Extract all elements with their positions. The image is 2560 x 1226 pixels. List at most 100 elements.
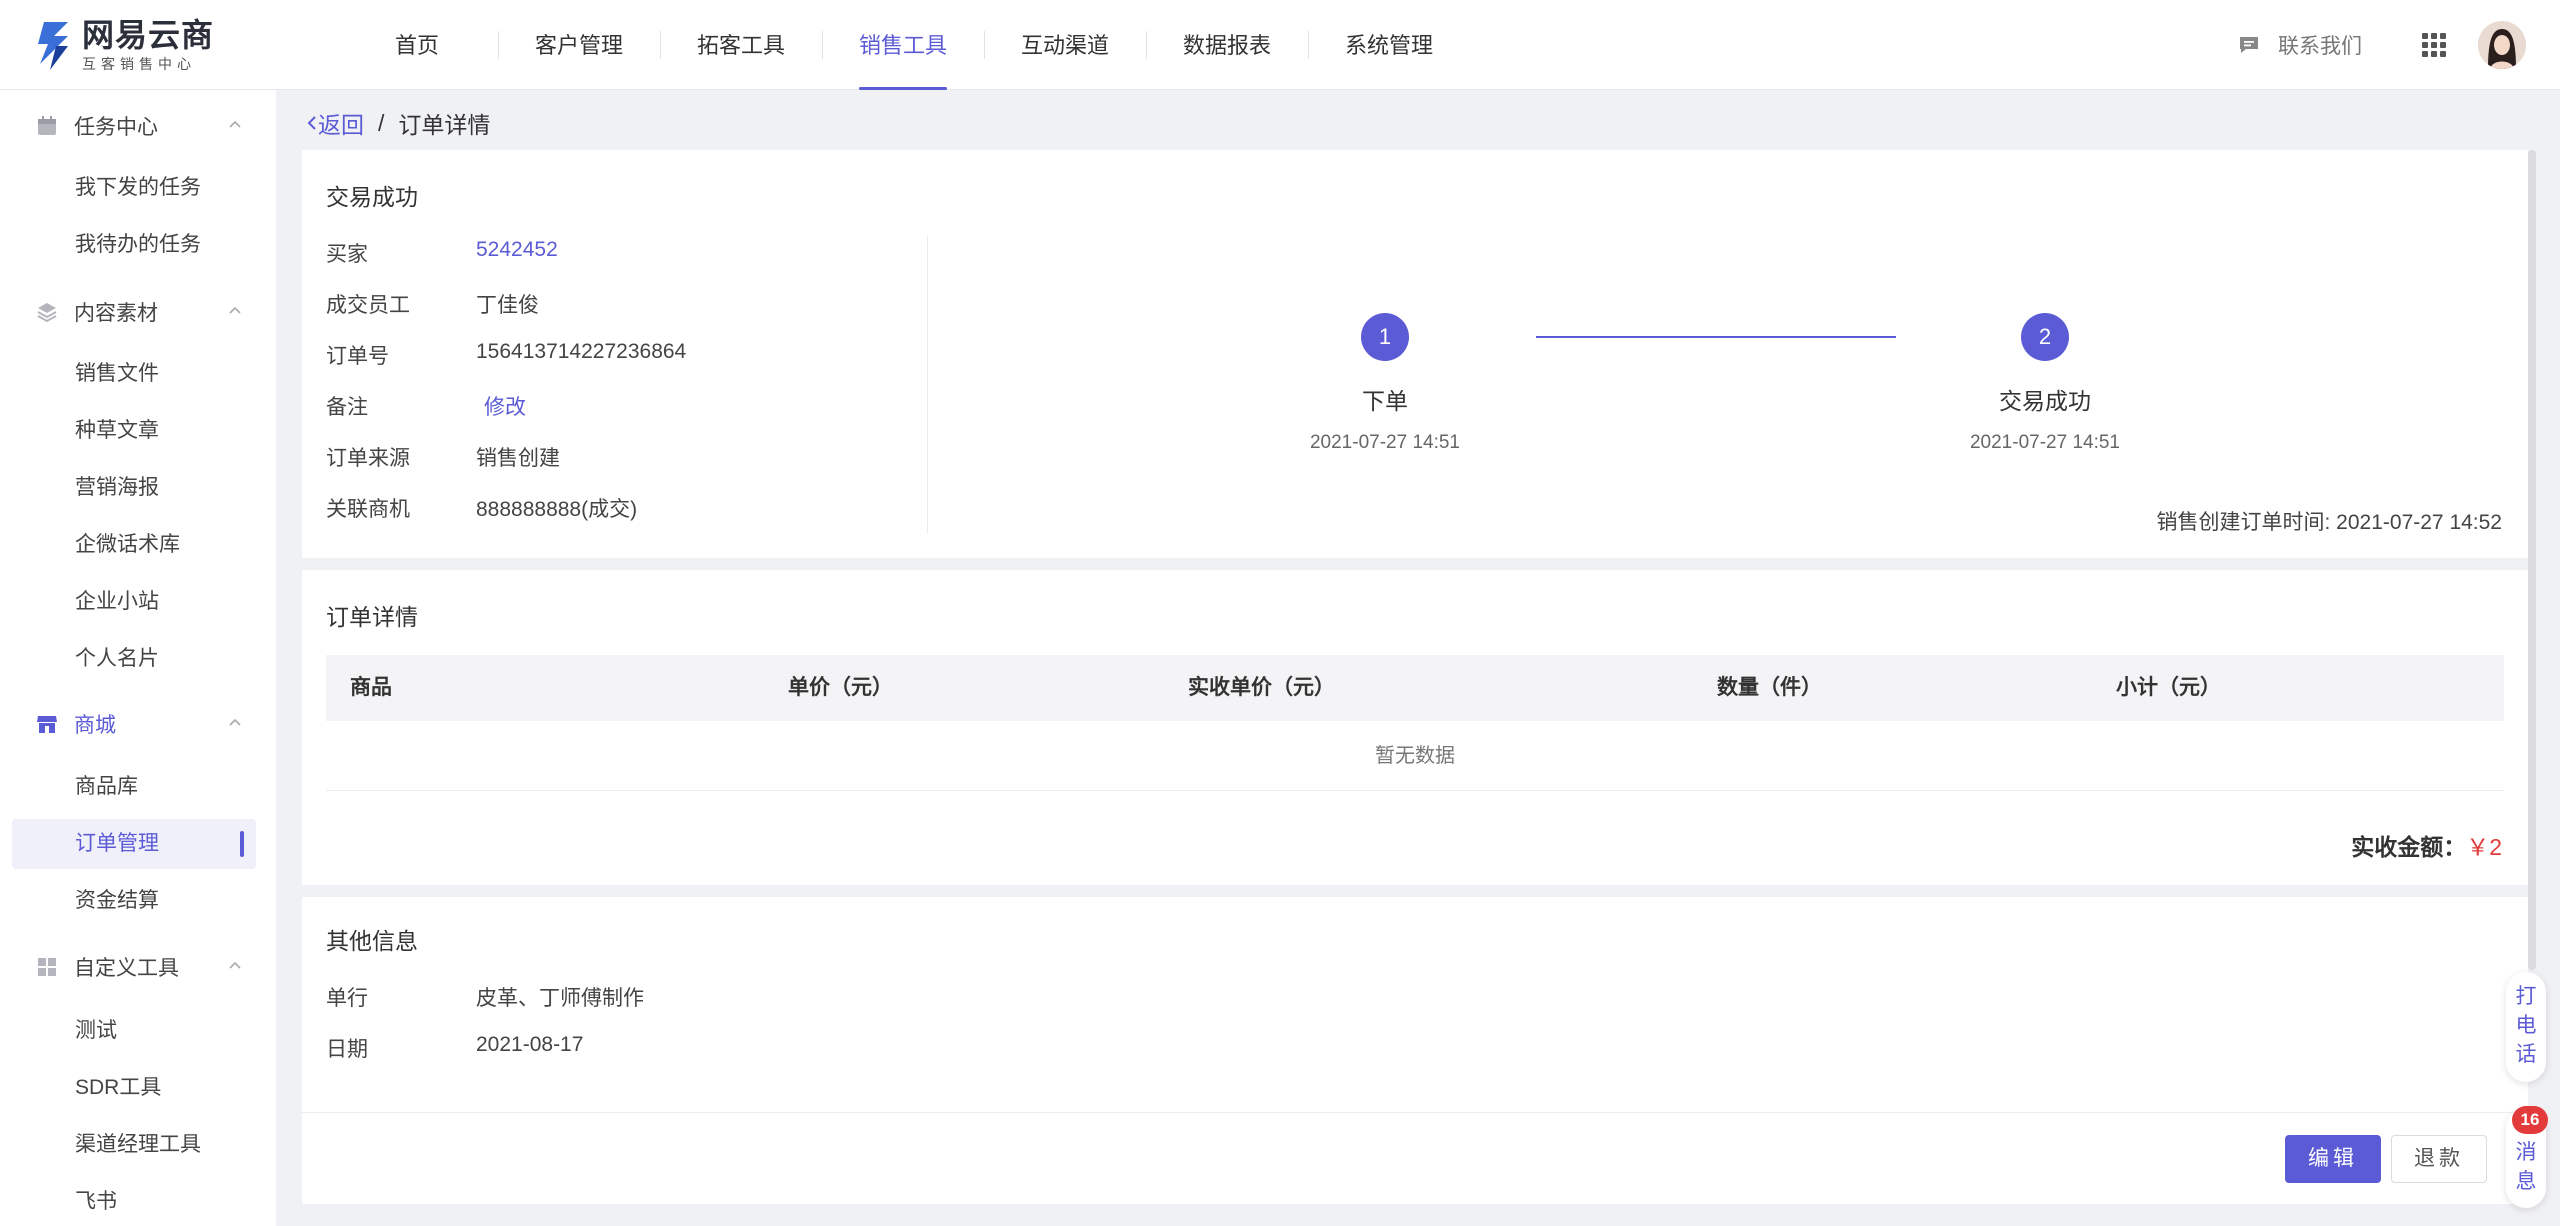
column-header-subtotal: 小计（元） bbox=[2116, 676, 2221, 699]
order-detail-title: 订单详情 bbox=[326, 604, 418, 630]
sidebar-item-articles[interactable]: 种草文章 bbox=[12, 406, 256, 456]
field-label-remark: 备注 bbox=[326, 396, 368, 419]
nav-system[interactable]: 系统管理 bbox=[1308, 0, 1470, 90]
field-label-opportunity: 关联商机 bbox=[326, 498, 410, 521]
app-grid-icon[interactable] bbox=[2422, 33, 2446, 57]
step-1-circle: 1 bbox=[1361, 313, 1409, 361]
nav-prospecting[interactable]: 拓客工具 bbox=[660, 0, 822, 90]
sidebar-item-feishu[interactable]: 飞书 bbox=[12, 1177, 256, 1226]
field-label-buyer: 买家 bbox=[326, 243, 368, 266]
column-header-unit-price: 单价（元） bbox=[788, 676, 893, 699]
content-scrollbar[interactable] bbox=[2528, 150, 2536, 970]
created-time: 销售创建订单时间: 2021-07-27 14:52 bbox=[2156, 511, 2502, 534]
field-label-order-no: 订单号 bbox=[326, 345, 389, 368]
field-label-source: 订单来源 bbox=[326, 447, 410, 470]
order-table-header: 商品 单价（元） 实收单价（元） 数量（件） 小计（元） bbox=[326, 655, 2504, 721]
calendar-icon bbox=[38, 116, 56, 135]
chevron-up-icon bbox=[229, 961, 241, 969]
nav-home[interactable]: 首页 bbox=[336, 0, 498, 90]
step-1-time: 2021-07-27 14:51 bbox=[1309, 432, 1460, 453]
column-header-quantity: 数量（件） bbox=[1717, 676, 1822, 699]
sidebar-item-product-library[interactable]: 商品库 bbox=[12, 762, 256, 812]
sidebar-item-posters[interactable]: 营销海报 bbox=[12, 463, 256, 513]
avatar-image bbox=[2478, 21, 2526, 69]
chevron-up-icon bbox=[229, 718, 241, 726]
field-label-single-line: 单行 bbox=[326, 987, 368, 1010]
column-header-product: 商品 bbox=[350, 676, 392, 699]
sidebar-item-business-card[interactable]: 个人名片 bbox=[12, 634, 256, 684]
sidebar-group-label: 自定义工具 bbox=[74, 957, 179, 980]
contact-us-link[interactable]: 联系我们 bbox=[2238, 30, 2362, 60]
status-title: 交易成功 bbox=[326, 184, 418, 210]
section-gap bbox=[302, 558, 2528, 570]
table-empty-state: 暂无数据 bbox=[326, 721, 2504, 791]
refund-button[interactable]: 退款 bbox=[2391, 1135, 2487, 1183]
date-value: 2021-08-17 bbox=[476, 1033, 584, 1056]
nav-sales-tools[interactable]: 销售工具 bbox=[822, 0, 984, 90]
sidebar-group-content[interactable]: 内容素材 bbox=[0, 283, 276, 341]
sidebar-group-label: 商城 bbox=[74, 714, 116, 737]
sidebar-group-tasks[interactable]: 任务中心 bbox=[0, 97, 276, 155]
store-icon bbox=[37, 716, 57, 733]
sidebar: 任务中心 我下发的任务 我待办的任务 内容素材 销售文件 种草文章 营销海报 企… bbox=[0, 90, 276, 1226]
sidebar-item-microsite[interactable]: 企业小站 bbox=[12, 577, 256, 627]
message-count-badge: 16 bbox=[2512, 1106, 2548, 1134]
step-2-circle: 2 bbox=[2021, 313, 2069, 361]
total-label: 实收金额： bbox=[2351, 834, 2467, 860]
sidebar-item-my-todo-tasks[interactable]: 我待办的任务 bbox=[12, 220, 256, 270]
sidebar-item-settlement[interactable]: 资金结算 bbox=[12, 876, 256, 926]
brand-name: 网易云商 bbox=[82, 17, 215, 53]
single-line-value: 皮革、丁师傅制作 bbox=[476, 987, 644, 1010]
top-header: 网易云商 互客销售中心 首页 客户管理 拓客工具 销售工具 互动渠道 数据报表 … bbox=[0, 0, 2560, 90]
sidebar-item-channel-manager-tool[interactable]: 渠道经理工具 bbox=[12, 1120, 256, 1170]
call-button[interactable]: 打电话 bbox=[2506, 972, 2546, 1082]
brand-logo[interactable]: 网易云商 互客销售中心 bbox=[34, 18, 214, 74]
step-2-label: 交易成功 bbox=[1999, 388, 2091, 414]
total-amount: 实收金额：￥2 bbox=[2351, 828, 2502, 862]
sidebar-item-order-management[interactable]: 订单管理 bbox=[12, 819, 256, 869]
sidebar-item-sdr-tool[interactable]: SDR工具 bbox=[12, 1063, 256, 1113]
nav-reports[interactable]: 数据报表 bbox=[1146, 0, 1308, 90]
chevron-left-icon bbox=[307, 116, 316, 130]
footer-divider bbox=[302, 1112, 2528, 1113]
nav-customers[interactable]: 客户管理 bbox=[498, 0, 660, 90]
edit-button[interactable]: 编辑 bbox=[2285, 1135, 2381, 1183]
chat-icon bbox=[2240, 37, 2258, 53]
remark-edit-link[interactable]: 修改 bbox=[484, 391, 526, 421]
breadcrumb: 返回 / 订单详情 bbox=[306, 106, 490, 140]
order-detail-panel: 交易成功 买家 5242452 成交员工 丁佳俊 订单号 15641371422… bbox=[302, 150, 2528, 1204]
column-header-received-price: 实收单价（元） bbox=[1188, 676, 1335, 699]
page-title: 订单详情 bbox=[398, 112, 491, 138]
user-avatar[interactable] bbox=[2478, 21, 2526, 69]
top-nav: 首页 客户管理 拓客工具 销售工具 互动渠道 数据报表 系统管理 bbox=[336, 0, 1470, 90]
layers-icon bbox=[37, 303, 57, 323]
total-value: ￥2 bbox=[2466, 834, 2502, 860]
field-label-employee: 成交员工 bbox=[326, 294, 410, 317]
sidebar-item-sales-files[interactable]: 销售文件 bbox=[12, 349, 256, 399]
step-1-label: 下单 bbox=[1362, 388, 1408, 414]
brand-tagline: 互客销售中心 bbox=[82, 56, 196, 72]
nav-channels[interactable]: 互动渠道 bbox=[984, 0, 1146, 90]
sidebar-item-test[interactable]: 测试 bbox=[12, 1006, 256, 1056]
buyer-link[interactable]: 5242452 bbox=[476, 238, 558, 262]
back-label: 返回 bbox=[318, 112, 364, 138]
sidebar-item-scripts[interactable]: 企微话术库 bbox=[12, 520, 256, 570]
section-gap bbox=[302, 885, 2528, 897]
brand-logo-icon bbox=[38, 22, 68, 70]
sidebar-group-mall[interactable]: 商城 bbox=[0, 695, 276, 753]
contact-us-label: 联系我们 bbox=[2278, 35, 2362, 58]
source-value: 销售创建 bbox=[476, 447, 560, 470]
chevron-up-icon bbox=[229, 120, 241, 128]
sidebar-group-label: 任务中心 bbox=[74, 116, 158, 139]
step-2-time: 2021-07-27 14:51 bbox=[1969, 432, 2120, 453]
breadcrumb-separator: / bbox=[378, 109, 385, 136]
back-link[interactable]: 返回 bbox=[306, 106, 364, 140]
sidebar-item-my-issued-tasks[interactable]: 我下发的任务 bbox=[12, 163, 256, 213]
order-no-value: 156413714227236864 bbox=[476, 340, 687, 363]
field-label-date: 日期 bbox=[326, 1038, 368, 1061]
vertical-divider bbox=[927, 236, 928, 534]
step-connector bbox=[1536, 336, 1896, 338]
sidebar-group-custom-tools[interactable]: 自定义工具 bbox=[0, 938, 276, 996]
chevron-up-icon bbox=[229, 306, 241, 314]
opportunity-value: 888888888(成交) bbox=[476, 498, 638, 521]
